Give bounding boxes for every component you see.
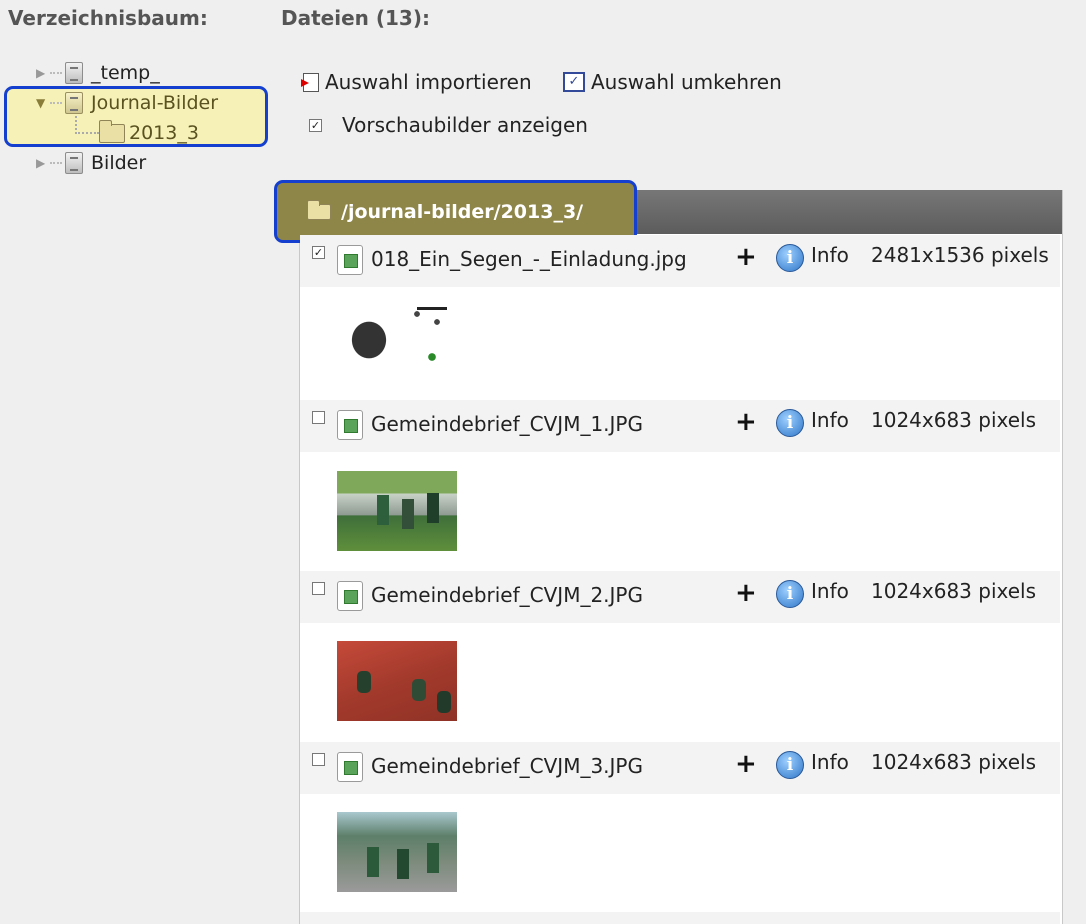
tree-item-2013-3[interactable]: 2013_3	[99, 119, 199, 144]
expand-arrow-icon[interactable]: ▶	[36, 66, 50, 80]
file-select-checkbox[interactable]	[312, 582, 325, 595]
file-row[interactable]: ✓ 018_Ein_Segen_-_Einladung.jpg + i Info…	[300, 235, 1060, 287]
image-file-icon	[337, 410, 363, 440]
invert-selection-label: Auswahl umkehren	[591, 70, 782, 94]
collapse-arrow-icon[interactable]: ▼	[36, 96, 50, 110]
expand-arrow-icon[interactable]: ▶	[36, 156, 50, 170]
show-thumbnails-toggle[interactable]: ✓ Vorschaubilder anzeigen	[309, 113, 588, 137]
image-file-icon	[337, 245, 363, 275]
file-thumbnail[interactable]	[337, 302, 457, 382]
tree-item-temp[interactable]: ▶ _temp_	[36, 62, 160, 84]
info-icon[interactable]: i	[776, 244, 804, 272]
file-row[interactable]: Gemeindebrief_CVJM_1.JPG + i Info 1024x6…	[300, 400, 1060, 452]
file-name[interactable]: Gemeindebrief_CVJM_1.JPG	[371, 412, 643, 436]
file-row[interactable]: Gemeindebrief_CVJM_2.JPG + i Info 1024x6…	[300, 571, 1060, 623]
image-file-icon	[337, 581, 363, 611]
tree-connector	[50, 162, 62, 164]
tree-heading: Verzeichnisbaum:	[8, 6, 208, 30]
file-name[interactable]: Gemeindebrief_CVJM_2.JPG	[371, 583, 643, 607]
file-row[interactable]	[300, 912, 1060, 924]
import-selection-button[interactable]: Auswahl importieren	[301, 70, 532, 94]
file-row[interactable]: Gemeindebrief_CVJM_3.JPG + i Info 1024x6…	[300, 742, 1060, 794]
drive-icon	[65, 92, 83, 114]
info-link[interactable]: Info	[811, 243, 849, 267]
tree-item-label: Journal-Bilder	[91, 92, 219, 114]
info-icon[interactable]: i	[776, 580, 804, 608]
file-select-checkbox[interactable]	[312, 411, 325, 424]
add-file-button[interactable]: +	[735, 407, 757, 437]
info-link[interactable]: Info	[811, 579, 849, 603]
tree-connector	[50, 72, 62, 74]
show-thumbnails-label: Vorschaubilder anzeigen	[342, 113, 588, 137]
tree-item-label: 2013_3	[129, 122, 199, 144]
image-dimensions: 1024x683 pixels	[871, 408, 1037, 432]
tree-item-journal-bilder[interactable]: ▼ Journal-Bilder	[36, 92, 218, 114]
tree-item-bilder[interactable]: ▶ Bilder	[36, 152, 146, 174]
info-icon[interactable]: i	[776, 409, 804, 437]
add-file-button[interactable]: +	[735, 749, 757, 779]
file-thumbnail[interactable]	[337, 812, 457, 892]
file-select-checkbox[interactable]	[312, 753, 325, 766]
add-file-button[interactable]: +	[735, 578, 757, 608]
file-name[interactable]: Gemeindebrief_CVJM_3.JPG	[371, 754, 643, 778]
tree-item-label: _temp_	[91, 62, 160, 84]
image-dimensions: 2481x1536 pixels	[871, 243, 1049, 267]
tree-connector	[50, 102, 62, 104]
folder-icon	[307, 199, 331, 220]
drive-icon	[65, 62, 83, 84]
current-path: /journal-bilder/2013_3/	[341, 200, 584, 223]
image-dimensions: 1024x683 pixels	[871, 579, 1037, 603]
file-name[interactable]: 018_Ein_Segen_-_Einladung.jpg	[371, 247, 687, 271]
invert-selection-button[interactable]: ✓ Auswahl umkehren	[563, 70, 782, 94]
info-icon[interactable]: i	[776, 751, 804, 779]
image-file-icon	[337, 752, 363, 782]
image-dimensions: 1024x683 pixels	[871, 750, 1037, 774]
file-thumbnail[interactable]	[337, 641, 457, 721]
info-link[interactable]: Info	[811, 408, 849, 432]
file-select-checkbox[interactable]: ✓	[312, 246, 325, 259]
show-thumbnails-checkbox[interactable]: ✓	[309, 118, 322, 132]
files-heading: Dateien (13):	[281, 6, 430, 30]
invert-selection-icon: ✓	[563, 72, 585, 92]
drive-icon	[65, 152, 83, 174]
tree-connector	[75, 116, 99, 134]
import-selection-label: Auswahl importieren	[325, 70, 532, 94]
import-icon	[301, 72, 319, 92]
file-thumbnail[interactable]	[337, 471, 457, 551]
info-link[interactable]: Info	[811, 750, 849, 774]
current-path-highlight: /journal-bilder/2013_3/	[274, 180, 637, 243]
folder-icon	[99, 119, 125, 143]
tree-item-label: Bilder	[91, 152, 147, 174]
add-file-button[interactable]: +	[735, 242, 757, 272]
